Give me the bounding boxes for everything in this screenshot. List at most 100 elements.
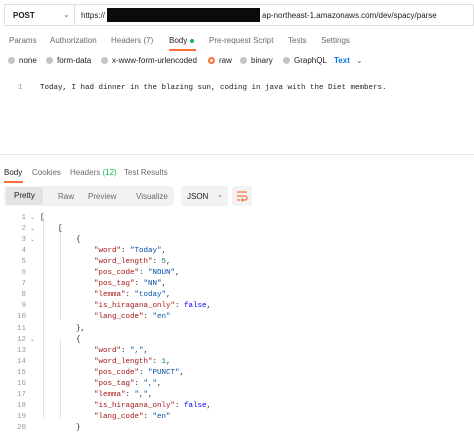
fold-chevron-icon[interactable]: ⌄ — [30, 214, 35, 221]
code-text: [ — [40, 214, 45, 222]
fold-chevron-icon[interactable]: ⌄ — [30, 225, 35, 232]
tab-params[interactable]: Params — [9, 36, 37, 45]
response-tab-test-results[interactable]: Test Results — [124, 168, 168, 177]
request-body-text: Today, I had dinner in the blazing sun, … — [40, 84, 387, 92]
tab-tests[interactable]: Tests — [288, 36, 307, 45]
code-line: 15 "pos_code": "PUNCT", — [0, 369, 474, 380]
line-number: 17 — [16, 390, 26, 399]
url-prefix: https:// — [81, 11, 106, 20]
response-tab-body[interactable]: Body — [4, 168, 22, 177]
fold-chevron-icon[interactable]: ⌄ — [30, 336, 35, 343]
code-text: "lemma": "today", — [94, 291, 171, 300]
code-line: 6 "pos_code": "NOUN", — [0, 269, 474, 280]
view-mode-group: Pretty Raw Preview Visualize — [4, 186, 174, 206]
view-visualize-button[interactable]: Visualize — [136, 192, 168, 201]
radio-icon — [283, 57, 290, 64]
request-body-editor[interactable]: 1 Today, I had dinner in the blazing sun… — [0, 80, 474, 155]
request-tabs: Params Authorization Headers (7) Body Pr… — [0, 36, 474, 51]
line-number: 6 — [21, 269, 26, 278]
line-number: 1 — [18, 84, 23, 92]
response-body-viewer[interactable]: 1 ⌄[2 ⌄ [3 ⌄ {4 "word": "Today", 5 "word_len… — [0, 210, 474, 432]
code-line: 12 ⌄ { — [0, 336, 474, 347]
view-raw-button[interactable]: Raw — [58, 192, 74, 201]
code-line: 4 "word": "Today", — [0, 247, 474, 258]
code-text: } — [40, 423, 81, 432]
option-graphql[interactable]: GraphQL — [283, 56, 327, 65]
radio-icon — [8, 57, 15, 64]
option-none[interactable]: none — [8, 56, 37, 65]
tab-authorization[interactable]: Authorization — [50, 36, 97, 45]
active-tab-underline — [169, 49, 196, 51]
response-format-label: JSON — [187, 192, 209, 201]
line-number: 20 — [16, 423, 26, 432]
code-line: 2 ⌄ [ — [0, 225, 474, 236]
option-binary[interactable]: binary — [240, 56, 273, 65]
body-type-options: none form-data x-www-form-urlencoded raw… — [0, 56, 474, 70]
code-text: "word_length": 5, — [94, 258, 171, 267]
request-url-bar: POST ⌄ https:// ap-northeast-1.amazonaws… — [0, 4, 474, 26]
code-line: 17 "lemma": ",", — [0, 391, 474, 402]
tab-headers[interactable]: Headers (7) — [111, 36, 153, 45]
line-number: 5 — [21, 258, 26, 267]
code-text: "word": "Today", — [94, 247, 167, 256]
code-text: "lang_code": "en" — [94, 313, 171, 322]
chevron-down-icon: ⌄ — [217, 192, 223, 199]
chevron-down-icon: ⌄ — [63, 10, 70, 19]
line-number: 9 — [21, 302, 26, 311]
body-format-select[interactable]: Text ⌄ — [334, 56, 363, 65]
tab-pre-request-script[interactable]: Pre-request Script — [209, 36, 273, 45]
code-line: 11 }, — [0, 325, 474, 336]
radio-icon — [101, 57, 108, 64]
http-method-label: POST — [13, 11, 35, 20]
line-number: 16 — [16, 379, 26, 388]
code-text: "word": ",", — [94, 346, 149, 355]
code-text: "is_hiragana_only": false, — [94, 401, 212, 410]
code-text: "pos_code": "NOUN", — [94, 269, 180, 278]
option-raw[interactable]: raw — [208, 56, 232, 65]
body-format-label: Text — [334, 56, 350, 65]
line-number: 7 — [21, 280, 26, 289]
line-number: 3 — [21, 236, 26, 245]
code-line: 14 "word_length": 1, — [0, 358, 474, 369]
response-tabs: Body Cookies Headers (12) Test Results — [0, 168, 474, 183]
line-number: 14 — [16, 357, 26, 366]
tab-settings[interactable]: Settings — [321, 36, 350, 45]
code-text: "lemma": ",", — [94, 390, 153, 399]
response-toolbar: Pretty Raw Preview Visualize JSON ⌄ — [0, 186, 474, 206]
tab-body[interactable]: Body — [169, 36, 195, 45]
line-number: 4 — [21, 247, 26, 256]
fold-chevron-icon[interactable]: ⌄ — [30, 236, 35, 243]
code-text: { — [40, 236, 81, 245]
url-suffix: ap-northeast-1.amazonaws.com/dev/spacy/p… — [262, 11, 437, 20]
code-text: "pos_code": "PUNCT", — [94, 368, 185, 377]
code-line: 16 "pos_tag": ",", — [0, 380, 474, 391]
body-indicator-dot — [190, 38, 195, 43]
radio-icon — [240, 57, 247, 64]
line-number: 12 — [16, 335, 26, 344]
view-pretty-button[interactable]: Pretty — [6, 187, 43, 205]
active-tab-underline — [4, 181, 23, 183]
response-tab-cookies[interactable]: Cookies — [32, 168, 61, 177]
url-input[interactable]: https:// ap-northeast-1.amazonaws.com/de… — [74, 4, 474, 26]
option-x-www-form-urlencoded[interactable]: x-www-form-urlencoded — [101, 56, 197, 65]
line-number: 19 — [16, 412, 26, 421]
code-line: 5 "word_length": 5, — [0, 258, 474, 269]
wrap-lines-button[interactable] — [232, 186, 252, 206]
view-preview-button[interactable]: Preview — [88, 192, 116, 201]
http-method-select[interactable]: POST ⌄ — [4, 4, 74, 26]
line-number: 10 — [16, 313, 26, 322]
line-number: 8 — [21, 291, 26, 300]
code-text: "pos_tag": "NN", — [94, 280, 167, 289]
code-text: { — [40, 335, 81, 344]
line-number: 2 — [21, 225, 26, 234]
code-text: "lang_code": "en" — [94, 412, 171, 421]
response-tab-headers[interactable]: Headers (12) — [70, 168, 117, 177]
response-format-select[interactable]: JSON ⌄ — [181, 186, 228, 206]
wrap-lines-icon — [237, 191, 248, 202]
option-form-data[interactable]: form-data — [46, 56, 91, 65]
response-headers-label: Headers — [70, 168, 101, 177]
code-text: "is_hiragana_only": false, — [94, 302, 212, 311]
code-line: 13 "word": ",", — [0, 347, 474, 358]
code-text: }, — [40, 324, 86, 333]
radio-selected-icon — [208, 57, 215, 64]
